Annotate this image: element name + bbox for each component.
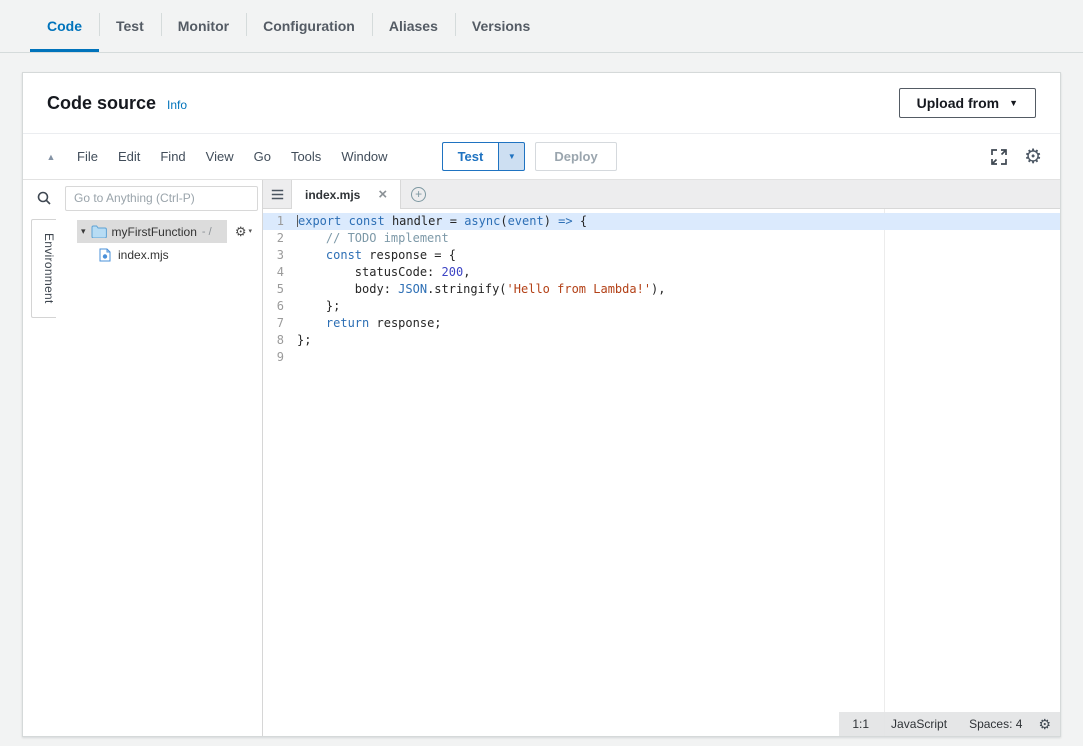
sidebar-search-row — [23, 180, 262, 216]
code-editor[interactable]: 1export const handler = async(event) => … — [263, 209, 1060, 736]
caret-down-icon[interactable]: ▾ — [81, 226, 86, 237]
line-number: 2 — [263, 230, 294, 247]
tab-configuration[interactable]: Configuration — [246, 0, 372, 52]
line-number: 5 — [263, 281, 294, 298]
tab-code[interactable]: Code — [30, 0, 99, 52]
editor-tab-label: index.mjs — [305, 188, 360, 202]
code-line[interactable]: 5 body: JSON.stringify('Hello from Lambd… — [263, 281, 1060, 298]
sidebar: Environment ▾ myFirstFunc — [23, 180, 263, 736]
code-line[interactable]: 8}; — [263, 332, 1060, 349]
close-tab-icon[interactable]: × — [378, 187, 387, 202]
upload-from-button[interactable]: Upload from ▼ — [899, 88, 1036, 118]
code-line[interactable]: 4 statusCode: 200, — [263, 264, 1060, 281]
menu-window[interactable]: Window — [331, 149, 397, 164]
panel-header: Code source Info Upload from ▼ — [23, 73, 1060, 133]
new-tab-icon[interactable]: + — [411, 187, 426, 202]
fullscreen-icon[interactable] — [990, 148, 1008, 166]
function-tabs: Code Test Monitor Configuration Aliases … — [0, 0, 1083, 53]
workspace: Environment ▾ myFirstFunc — [23, 180, 1060, 736]
code-source-panel: Code source Info Upload from ▼ ▲ File Ed… — [22, 72, 1061, 737]
test-button[interactable]: Test — [442, 142, 499, 171]
line-number: 8 — [263, 332, 294, 349]
test-dropdown-button[interactable]: ▼ — [498, 142, 525, 171]
editor-column: index.mjs × + 1export const handler = as… — [263, 180, 1060, 736]
menu-find[interactable]: Find — [150, 149, 195, 164]
code-line[interactable]: 6 }; — [263, 298, 1060, 315]
line-number: 7 — [263, 315, 294, 332]
file-label: index.mjs — [118, 248, 169, 262]
line-number: 4 — [263, 264, 294, 281]
page-title: Code source — [47, 93, 156, 114]
menu-edit[interactable]: Edit — [108, 149, 150, 164]
tab-list-icon[interactable] — [263, 180, 291, 208]
goto-anything-input[interactable] — [65, 186, 258, 211]
side-tab-strip: Environment — [23, 216, 65, 736]
code-line[interactable]: 9 — [263, 349, 1060, 366]
folder-icon — [91, 225, 107, 238]
code-line[interactable]: 1export const handler = async(event) => … — [263, 213, 1060, 230]
search-button[interactable] — [23, 190, 65, 206]
menu-go[interactable]: Go — [244, 149, 281, 164]
line-number: 3 — [263, 247, 294, 264]
lambda-console-page: Code Test Monitor Configuration Aliases … — [0, 0, 1083, 737]
test-split-button: Test ▼ — [442, 142, 526, 171]
code-line[interactable]: 2 // TODO implement — [263, 230, 1060, 247]
line-number: 9 — [263, 349, 294, 366]
tab-aliases[interactable]: Aliases — [372, 0, 455, 52]
deploy-button[interactable]: Deploy — [535, 142, 616, 171]
editor-statusbar: 1:1 JavaScript Spaces: 4 ⚙ — [839, 712, 1060, 736]
folder-settings-gear-icon[interactable]: ⚙▾ — [227, 225, 262, 238]
tab-monitor[interactable]: Monitor — [161, 0, 246, 52]
statusbar-gear-icon[interactable]: ⚙ — [1033, 717, 1051, 731]
environment-tab[interactable]: Environment — [31, 219, 56, 318]
spaces-setting[interactable]: Spaces: 4 — [958, 717, 1033, 731]
editor-settings-gear-icon[interactable]: ⚙ — [1024, 147, 1042, 167]
cursor-position[interactable]: 1:1 — [841, 717, 880, 731]
chevron-down-icon: ▼ — [1009, 98, 1018, 108]
code-line[interactable]: 3 const response = { — [263, 247, 1060, 264]
file-tree: ▾ myFirstFunction - / ⚙▾ — [65, 216, 262, 736]
tree-item-folder[interactable]: ▾ myFirstFunction - / ⚙▾ — [65, 220, 262, 243]
code-lines: 1export const handler = async(event) => … — [263, 209, 1060, 366]
tab-versions[interactable]: Versions — [455, 0, 547, 52]
toolbar-right: ⚙ — [990, 147, 1050, 167]
info-link[interactable]: Info — [167, 98, 187, 112]
chevron-down-icon: ▼ — [508, 152, 516, 161]
editor-menubar: ▲ File Edit Find View Go Tools Window Te… — [23, 133, 1060, 180]
editor-tabbar: index.mjs × + — [263, 180, 1060, 209]
upload-from-label: Upload from — [917, 95, 999, 111]
tree-folder-selected[interactable]: ▾ myFirstFunction - / — [77, 220, 227, 243]
tab-test[interactable]: Test — [99, 0, 161, 52]
editor-tab-index-mjs[interactable]: index.mjs × — [291, 180, 401, 209]
code-line[interactable]: 7 return response; — [263, 315, 1060, 332]
language-mode[interactable]: JavaScript — [880, 717, 958, 731]
menu-view[interactable]: View — [196, 149, 244, 164]
line-number: 1 — [263, 213, 294, 230]
folder-label: myFirstFunction — [112, 225, 197, 239]
menu-file[interactable]: File — [67, 149, 108, 164]
folder-path-suffix: - / — [202, 226, 212, 238]
search-icon — [36, 190, 52, 206]
collapse-pane-icon[interactable]: ▲ — [35, 152, 67, 162]
line-number: 6 — [263, 298, 294, 315]
tree-item-file[interactable]: index.mjs — [65, 243, 262, 266]
menu-tools[interactable]: Tools — [281, 149, 331, 164]
js-file-icon — [99, 248, 111, 262]
